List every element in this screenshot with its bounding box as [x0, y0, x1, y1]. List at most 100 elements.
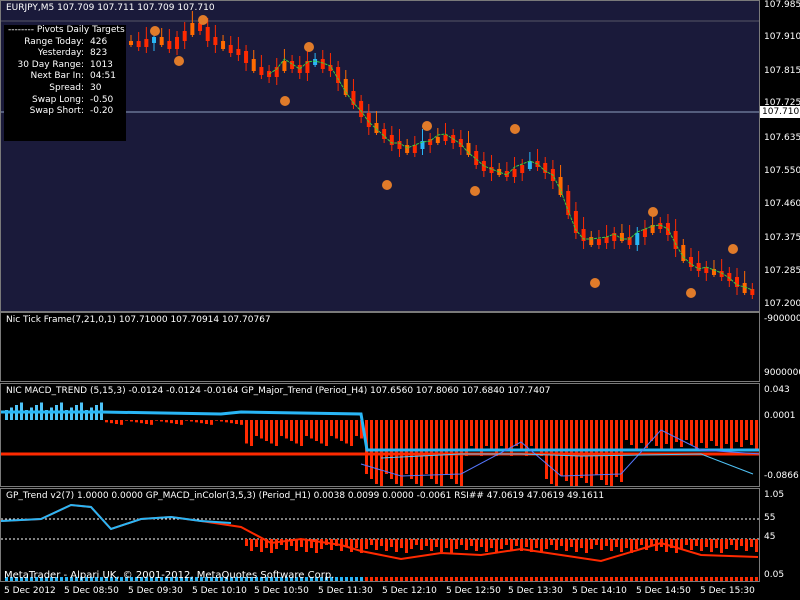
rsi-histogram-bar	[515, 539, 518, 546]
price-tick: 107.460	[764, 199, 800, 209]
macd-histogram-bar	[505, 420, 508, 451]
macd-histogram-bar	[285, 420, 288, 439]
macd-histogram-bar	[595, 420, 598, 475]
rsi-histogram-bar	[575, 539, 578, 552]
macd-histogram-bar	[175, 420, 178, 424]
macd-histogram-bar	[230, 420, 233, 424]
trend-dot	[335, 577, 338, 581]
info-key: Spread:	[49, 82, 84, 93]
rsi-histogram-bar	[545, 539, 548, 549]
macd-histogram-bar	[720, 420, 723, 451]
price-tick: 107.375	[764, 233, 800, 243]
trend-dot	[635, 577, 638, 581]
macd-histogram-bar	[160, 420, 163, 422]
macd-histogram-bar	[295, 420, 298, 444]
candle-body	[152, 37, 157, 43]
macd-histogram-bar	[265, 420, 268, 441]
price-tick: 107.285	[764, 266, 800, 276]
rsi-histogram-bar	[745, 539, 748, 551]
macd-histogram-bar	[330, 420, 333, 436]
macd-histogram-bar	[260, 420, 263, 439]
candle-body	[527, 161, 532, 169]
trend-dot	[540, 577, 543, 581]
candle-body	[443, 135, 448, 141]
time-label: 5 Dec 2012	[4, 586, 56, 596]
rsi-histogram-bar	[410, 539, 413, 549]
info-value: 04:51	[90, 71, 116, 82]
fractal-marker	[198, 15, 208, 25]
rsi-histogram-bar	[725, 539, 728, 549]
rsi-histogram-bar	[470, 539, 473, 546]
candle-body	[336, 67, 341, 83]
trend-dot	[735, 577, 738, 581]
candle-body	[627, 237, 632, 245]
fractal-marker	[590, 278, 600, 288]
candle-body	[213, 37, 218, 45]
macd-histogram-bar	[30, 407, 33, 420]
macd-histogram-bar	[250, 420, 253, 446]
fractal-marker	[728, 244, 738, 254]
rsi-scale-label: 55	[764, 513, 776, 523]
trend-dot	[630, 577, 633, 581]
trend-dot	[725, 577, 728, 581]
rsi-histogram-bar	[730, 539, 733, 545]
macd-scale: 0.043 0.0001 -0.0866	[760, 383, 800, 487]
macd-histogram-bar	[735, 420, 738, 442]
candle-body	[259, 67, 264, 75]
info-value: 426	[90, 36, 108, 47]
candle-body	[397, 141, 402, 149]
macd-panel[interactable]: NIC MACD_TREND (5,15,3) -0.0124 -0.0124 …	[0, 383, 760, 487]
rsi-histogram-bar	[440, 539, 443, 552]
trend-dot	[460, 577, 463, 581]
candle-body	[136, 41, 141, 47]
rsi-histogram-bar	[245, 539, 248, 546]
candle-body	[405, 145, 410, 153]
rsi-histogram-bar	[585, 539, 588, 553]
trend-dot	[520, 577, 523, 581]
macd-histogram-bar	[355, 420, 358, 436]
trend-dot	[525, 577, 528, 581]
fractal-marker	[470, 186, 480, 196]
macd-histogram-bar	[445, 420, 448, 474]
rsi-histogram-bar	[625, 539, 628, 548]
rsi-histogram-bar	[295, 539, 298, 551]
candle-body	[320, 59, 325, 69]
price-chart-panel[interactable]: EURJPY,M5 107.709 107.711 107.709 107.71…	[0, 0, 760, 312]
trend-dot	[505, 577, 508, 581]
rsi-histogram-bar	[540, 539, 543, 553]
rsi-histogram-bar	[255, 539, 258, 547]
trend-dot	[605, 577, 608, 581]
candle-body	[558, 177, 563, 195]
rsi-histogram-bar	[750, 539, 753, 547]
info-value: -0.20	[90, 106, 114, 117]
candle-body	[520, 165, 525, 173]
rsi-histogram-bar	[445, 539, 448, 548]
macd-histogram-bar	[715, 420, 718, 446]
trend-dot	[665, 577, 668, 581]
rsi-histogram-bar	[480, 539, 483, 547]
rsi-scale-label: 1.05	[764, 490, 785, 500]
info-key: Swap Short:	[29, 106, 84, 117]
rsi-histogram-bar	[385, 539, 388, 551]
rsi-panel[interactable]: GP_Trend v2(7) 1.0000 0.0000 GP_MACD_inC…	[0, 488, 760, 582]
fractal-marker	[174, 56, 184, 66]
trend-dot	[535, 577, 538, 581]
rsi-histogram-bar	[700, 539, 703, 551]
tick-frame-panel[interactable]: Nic Tick Frame(7,21,0,1) 107.71000 107.7…	[0, 312, 760, 382]
copyright-text: MetaTrader - Alpari UK, © 2001-2012, Met…	[4, 570, 335, 581]
moving-average-line	[268, 58, 753, 291]
rsi-histogram-bar	[555, 539, 558, 550]
trend-dot	[410, 577, 413, 581]
pivots-info-box: -------- Pivots Daily Targets Range Toda…	[4, 25, 126, 141]
macd-histogram-bar	[240, 420, 243, 425]
candle-body	[228, 45, 233, 53]
trend-dot	[380, 577, 383, 581]
macd-histogram-bar	[640, 420, 643, 443]
macd-histogram-bar	[680, 420, 683, 447]
macd-histogram-bar	[110, 420, 113, 424]
rsi-histogram-bar	[635, 539, 638, 549]
trend-dot	[625, 577, 628, 581]
macd-histogram-bar	[215, 420, 218, 421]
candle-body	[512, 169, 517, 177]
info-row: Next Bar In: 04:51	[4, 71, 126, 83]
